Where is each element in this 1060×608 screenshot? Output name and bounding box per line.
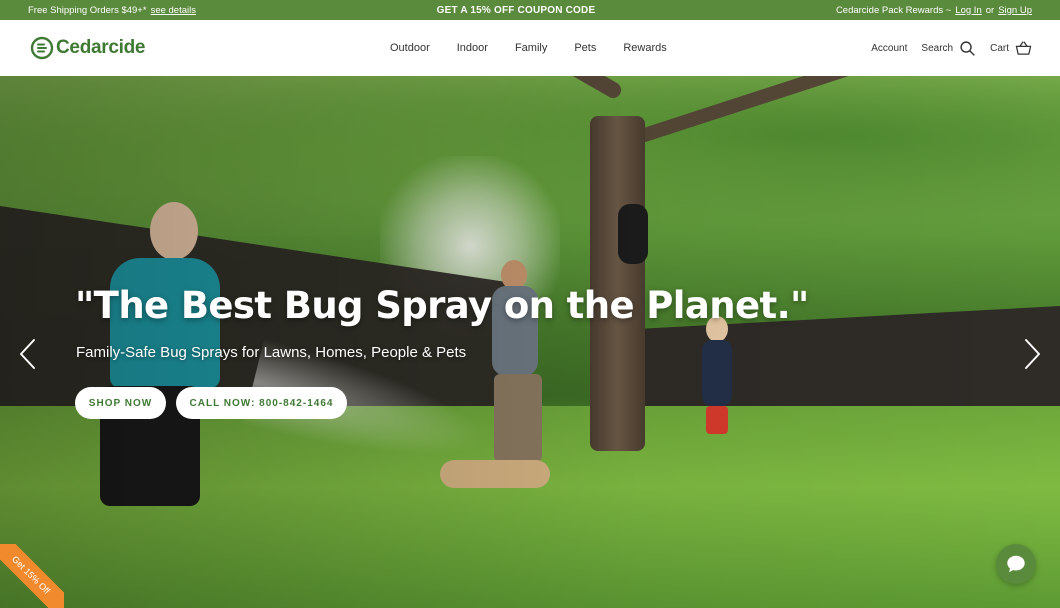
- chevron-left-icon: [20, 339, 35, 369]
- call-now-button[interactable]: CALL NOW: 800-842-1464: [176, 387, 347, 419]
- rewards-notice: Cedarcide Pack Rewards ~ Log In or Sign …: [836, 5, 1032, 16]
- discount-ribbon[interactable]: Get 15% Off: [0, 544, 64, 608]
- leaf-logo-icon: [30, 36, 54, 60]
- slider-next-button[interactable]: [1022, 338, 1042, 370]
- hero-subtitle: Family-Safe Bug Sprays for Lawns, Homes,…: [76, 344, 467, 361]
- login-link[interactable]: Log In: [955, 5, 981, 16]
- site-header: Cedarcide Outdoor Indoor Family Pets Rew…: [0, 20, 1060, 76]
- rewards-text: Cedarcide Pack Rewards ~: [835, 4, 952, 16]
- cart-label: Cart: [990, 42, 1009, 54]
- nav-item-pets[interactable]: Pets: [574, 42, 596, 54]
- coupon-promo[interactable]: GET A 15% OFF COUPON CODE: [437, 5, 596, 16]
- nav-item-family[interactable]: Family: [515, 42, 547, 54]
- account-label: Account: [871, 42, 908, 54]
- search-button[interactable]: Search: [921, 40, 976, 57]
- logo-text: Cedarcide: [56, 37, 146, 58]
- see-details-link[interactable]: see details: [151, 5, 196, 16]
- utility-nav: Account Search Cart: [871, 20, 1032, 76]
- chat-button[interactable]: [996, 544, 1036, 584]
- slider-prev-button[interactable]: [18, 338, 38, 370]
- shipping-text: Free Shipping Orders $49+*: [28, 4, 147, 16]
- shop-now-button[interactable]: SHOP NOW: [75, 387, 166, 419]
- main-nav: Outdoor Indoor Family Pets Rewards: [390, 20, 667, 76]
- discount-ribbon-label: Get 15% Off: [0, 544, 64, 608]
- hero-banner: "The Best Bug Spray on the Planet." Fami…: [0, 76, 1060, 608]
- search-icon: [960, 40, 975, 56]
- chat-bubble-icon: [1007, 555, 1025, 573]
- nav-item-indoor[interactable]: Indoor: [457, 42, 488, 54]
- cart-button[interactable]: Cart: [990, 40, 1032, 57]
- hero-title: "The Best Bug Spray on the Planet.": [75, 284, 809, 327]
- hero-overlay: [0, 76, 1060, 608]
- account-link[interactable]: Account: [871, 43, 907, 54]
- signup-link[interactable]: Sign Up: [998, 5, 1032, 16]
- announcement-bar: Free Shipping Orders $49+* see details G…: [0, 0, 1060, 20]
- nav-item-rewards[interactable]: Rewards: [623, 42, 666, 54]
- cedarcide-logo[interactable]: Cedarcide: [30, 36, 145, 60]
- shipping-notice: Free Shipping Orders $49+* see details: [28, 5, 196, 16]
- chevron-right-icon: [1025, 339, 1040, 369]
- nav-item-outdoor[interactable]: Outdoor: [390, 42, 430, 54]
- basket-icon: [1015, 40, 1032, 55]
- or-text: or: [985, 4, 995, 16]
- search-label: Search: [921, 42, 954, 54]
- hero-buttons: SHOP NOW CALL NOW: 800-842-1464: [75, 387, 347, 419]
